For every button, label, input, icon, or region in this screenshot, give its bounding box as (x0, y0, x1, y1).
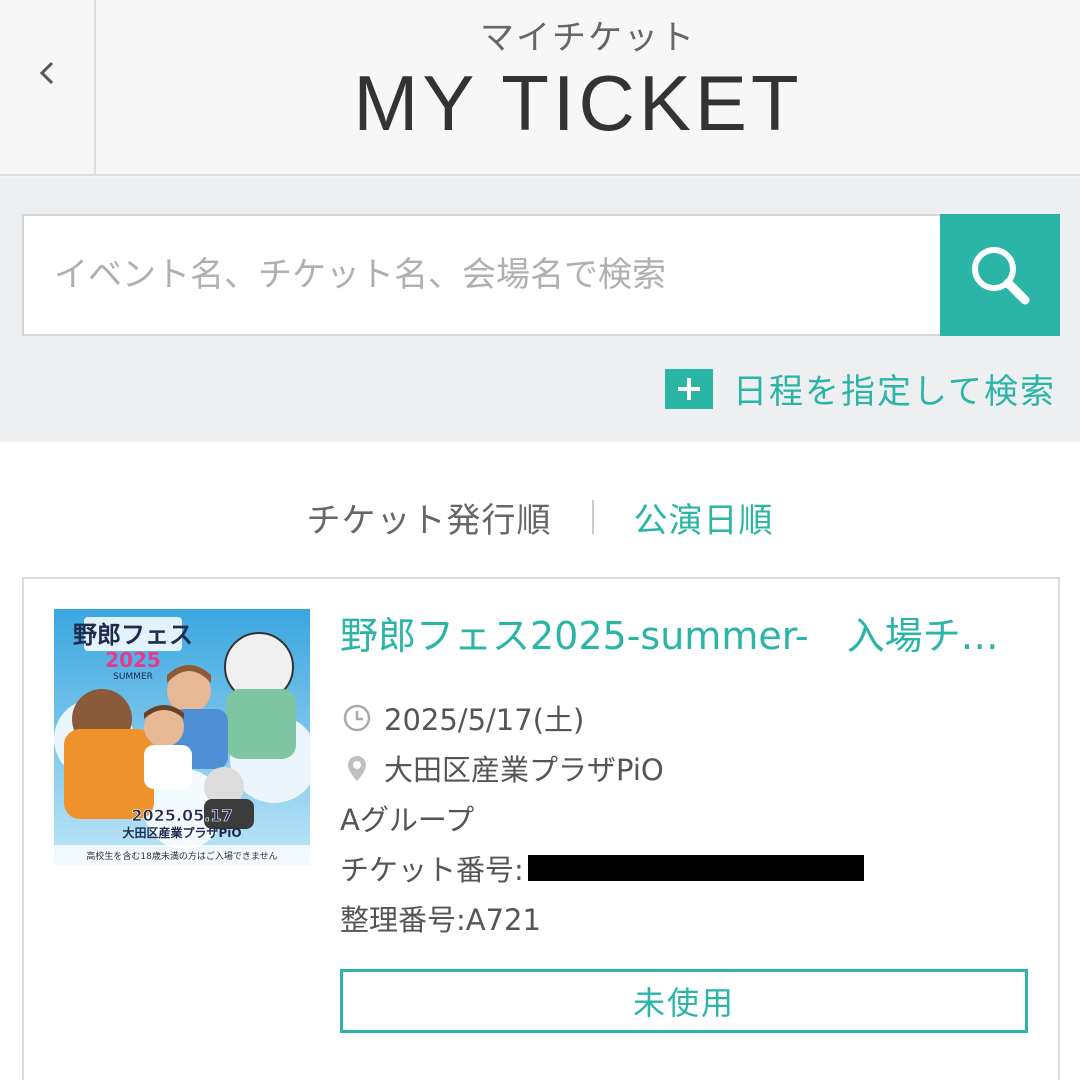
event-poster[interactable]: 野郎フェス 2025 SUMMER 2025.05.17 大田区産業プラザPiO… (54, 609, 310, 865)
event-venue: 大田区産業プラザPiO (384, 753, 664, 787)
ticket-status-button[interactable]: 未使用 (340, 969, 1028, 1033)
poster-logo-text: 野郎フェス (73, 621, 193, 649)
ticket-card[interactable]: 野郎フェス 2025 SUMMER 2025.05.17 大田区産業プラザPiO… (22, 577, 1060, 1080)
page-title: MY TICKET (353, 59, 803, 147)
date-search-label: 日程を指定して検索 (733, 372, 1056, 412)
page-subtitle: マイチケット (480, 18, 696, 58)
poster-venue-text: 大田区産業プラザPiO (122, 825, 241, 840)
sort-divider (591, 500, 594, 534)
chevron-left-icon (39, 61, 54, 85)
map-pin-icon (340, 751, 374, 785)
poster-note-text: 高校生を含む18歳未満の方はご入場できません (86, 850, 277, 862)
sort-by-issue[interactable]: チケット発行順 (307, 493, 552, 542)
sort-bar: チケット発行順 公演日順 (0, 492, 1080, 542)
search-button[interactable] (940, 214, 1060, 336)
plus-icon (665, 368, 714, 409)
sort-by-performance-date[interactable]: 公演日順 (634, 493, 774, 542)
search-box (22, 214, 1060, 336)
clock-icon (340, 701, 374, 735)
event-date: 2025/5/17(土) (384, 703, 585, 737)
search-input[interactable] (24, 216, 942, 334)
ticket-number-row: チケット番号: (340, 843, 1030, 893)
poster-season-text: SUMMER (113, 672, 153, 682)
ticket-number-label: チケット番号: (340, 853, 524, 887)
event-venue-row: 大田区産業プラザPiO (340, 743, 1030, 793)
ticket-group-label: Aグループ (340, 803, 475, 837)
search-area: 日程を指定して検索 (0, 178, 1080, 442)
event-title[interactable]: 野郎フェス2025-summer- 入場チケット (340, 609, 1020, 663)
ticket-info: 野郎フェス2025-summer- 入場チケット 2025/5/17(土) 大田… (340, 609, 1030, 943)
poster-date-text: 2025.05.17 (131, 806, 232, 825)
ticket-number-redacted (527, 855, 864, 881)
seq-number-row: 整理番号:A721 (340, 893, 1030, 943)
ticket-group: Aグループ (340, 793, 1030, 843)
ticket-list-area: チケット発行順 公演日順 野郎フェス 2025 SUMMER 2025.05.1… (0, 442, 1080, 1080)
date-search-link[interactable]: 日程を指定して検索 (665, 364, 1056, 413)
back-button[interactable] (0, 0, 96, 176)
seq-number: 整理番号:A721 (340, 903, 541, 937)
event-date-row: 2025/5/17(土) (340, 693, 1030, 743)
header: マイチケット MY TICKET (0, 0, 1080, 176)
poster-year-text: 2025 (105, 648, 161, 672)
search-icon (972, 247, 1030, 305)
